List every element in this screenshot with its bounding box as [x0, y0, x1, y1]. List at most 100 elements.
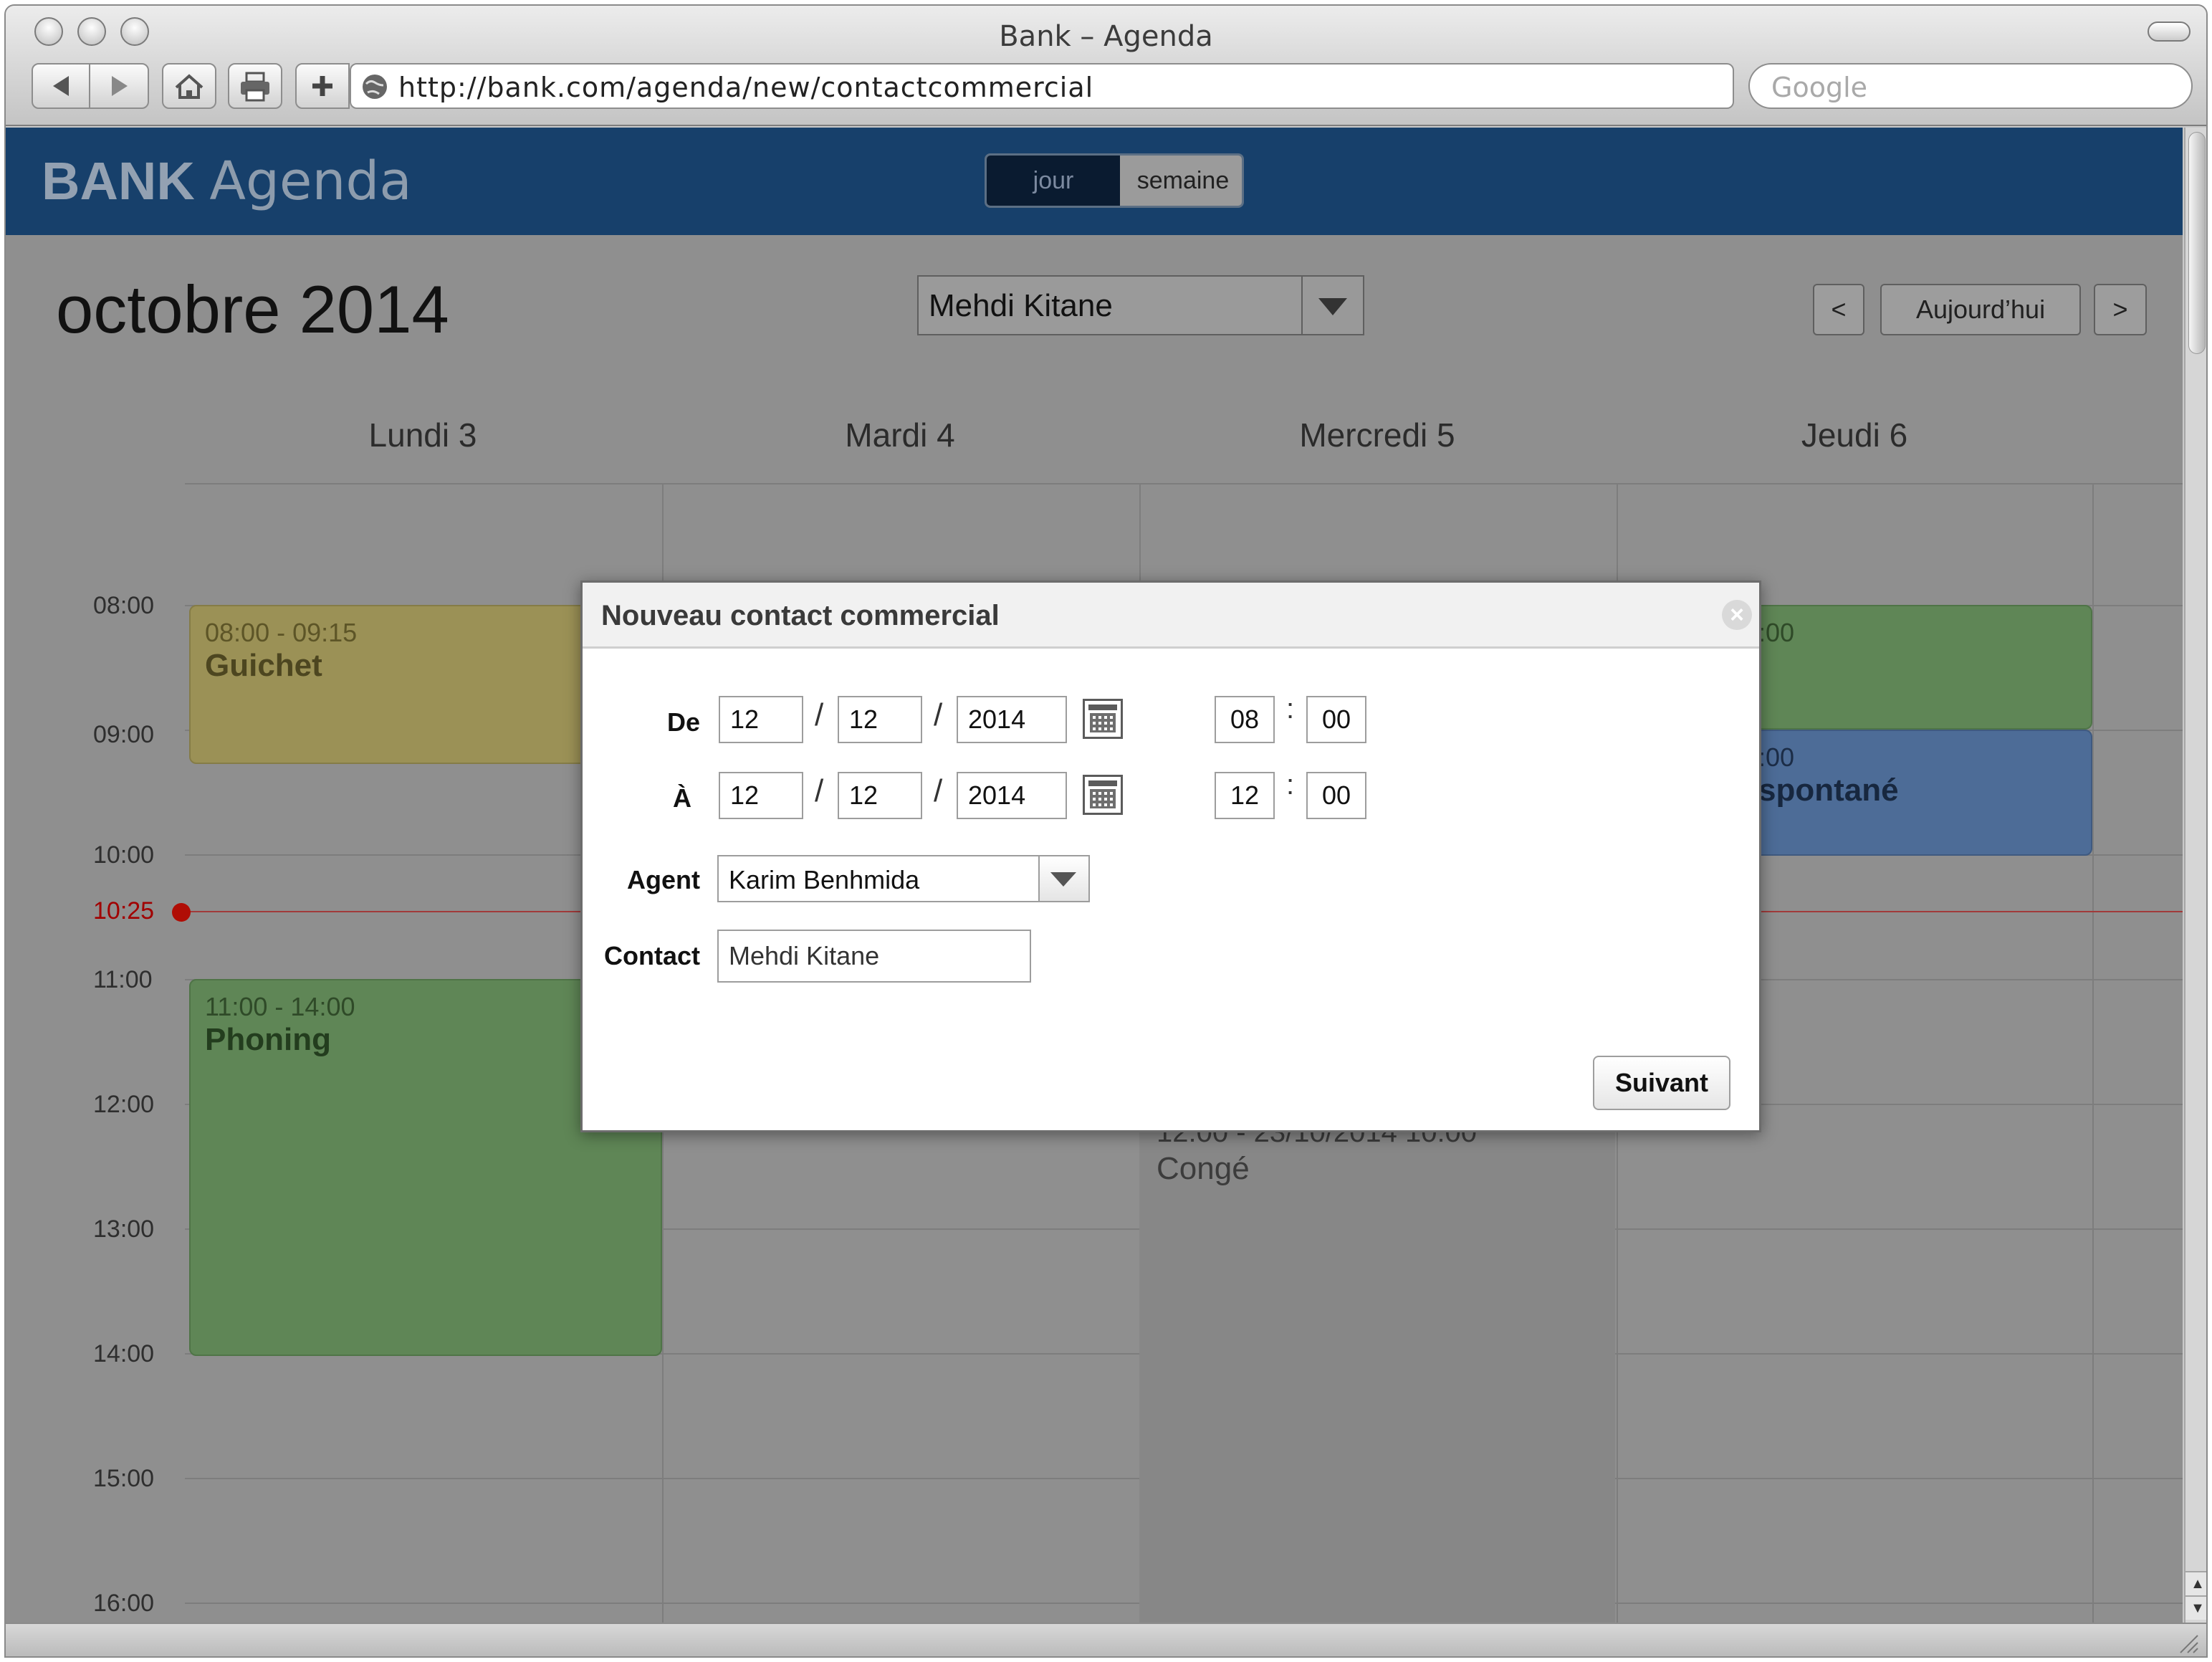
- add-bookmark-button[interactable]: [295, 63, 350, 109]
- from-minute-input[interactable]: 00: [1306, 696, 1366, 743]
- search-placeholder: Google: [1771, 72, 1868, 103]
- brand-agenda: Agenda: [209, 151, 412, 212]
- hour-label: 10:00: [93, 841, 155, 869]
- new-contact-dialog: Nouveau contact commercial × De 12 / 12 …: [580, 581, 1761, 1132]
- next-week-button[interactable]: >: [2094, 284, 2147, 335]
- current-time-dot: [172, 903, 191, 922]
- next-button[interactable]: Suivant: [1593, 1056, 1730, 1110]
- dialog-title: Nouveau contact commercial: [601, 600, 1000, 631]
- view-toggle: jour semaine: [985, 153, 1244, 208]
- grid-day-line: [2092, 483, 2094, 1623]
- forward-arrow-icon: [112, 76, 128, 96]
- view-week-button[interactable]: semaine: [1120, 156, 1242, 206]
- contact-label: Contact: [604, 941, 700, 970]
- vertical-scrollbar[interactable]: ▲ ▼: [2184, 128, 2206, 1623]
- forward-button[interactable]: [90, 65, 148, 108]
- date-separator: /: [934, 697, 943, 732]
- brand-bank: BANK: [42, 151, 195, 211]
- agent-select-arrow[interactable]: [1301, 277, 1363, 334]
- to-hour-input[interactable]: 12: [1215, 772, 1275, 819]
- app-header: BANK Agenda jour semaine: [6, 128, 2183, 235]
- hour-label: 15:00: [93, 1465, 155, 1492]
- month-title: octobre 2014: [56, 272, 449, 347]
- close-icon[interactable]: ×: [1722, 600, 1752, 630]
- url-text: http://bank.com/agenda/new/contactcommer…: [398, 72, 1094, 103]
- hour-label: 13:00: [93, 1216, 155, 1243]
- chevron-down-icon: [1318, 298, 1347, 315]
- browser-titlebar: Bank – Agenda http://bank.com/agenda/new…: [6, 6, 2206, 126]
- date-separator: /: [815, 773, 824, 808]
- event-title: spontané: [1758, 773, 1899, 808]
- time-separator: :: [1286, 693, 1295, 725]
- scroll-down-arrow-icon[interactable]: ▼: [2185, 1595, 2206, 1620]
- to-year-input[interactable]: 2014: [957, 772, 1067, 819]
- window-title: Bank – Agenda: [999, 20, 1213, 53]
- event-title: Congé: [1157, 1151, 1250, 1186]
- hour-label: 16:00: [93, 1590, 155, 1617]
- day-header-monday: Lundi 3: [368, 416, 477, 454]
- plus-icon: [312, 76, 332, 96]
- hour-label: 09:00: [93, 721, 155, 748]
- grid-header-line: [185, 483, 2183, 484]
- hour-label: 11:00: [93, 966, 153, 993]
- home-icon: [175, 74, 204, 99]
- event-title: Phoning: [205, 1022, 331, 1057]
- agent-select-value: Mehdi Kitane: [929, 288, 1113, 323]
- globe-icon: [363, 75, 387, 99]
- resize-grip-icon[interactable]: [2175, 1630, 2199, 1654]
- print-button[interactable]: [228, 63, 282, 109]
- back-button[interactable]: [33, 65, 90, 108]
- from-month-input[interactable]: 12: [838, 696, 922, 743]
- today-button[interactable]: Aujourd’hui: [1880, 284, 2081, 335]
- search-field[interactable]: Google: [1748, 63, 2193, 109]
- event-conge[interactable]: 12:00 - 23/10/2014 10:00 Congé: [1139, 1117, 1615, 1623]
- history-nav-group: [32, 63, 149, 109]
- status-bar: [6, 1623, 2206, 1656]
- from-hour-input[interactable]: 08: [1215, 696, 1275, 743]
- to-day-input[interactable]: 12: [719, 772, 803, 819]
- agent-select[interactable]: Mehdi Kitane: [917, 275, 1364, 335]
- time-separator: :: [1286, 769, 1295, 801]
- hour-label: 14:00: [93, 1340, 155, 1367]
- scrollbar-thumb[interactable]: [2188, 132, 2206, 354]
- calendar-icon[interactable]: [1083, 699, 1123, 739]
- agent-dropdown-value: Karim Benhmida: [729, 865, 920, 894]
- agent-label: Agent: [627, 865, 700, 894]
- event-time: 11:00 - 14:00: [205, 992, 355, 1021]
- hour-label: 08:00: [93, 592, 155, 619]
- hour-label: 12:00: [93, 1091, 155, 1118]
- printer-icon: [241, 72, 269, 102]
- day-header-tuesday: Mardi 4: [845, 416, 955, 454]
- day-header-wednesday: Mercredi 5: [1299, 416, 1455, 454]
- current-time-label: 10:25: [93, 897, 155, 925]
- from-year-input[interactable]: 2014: [957, 696, 1067, 743]
- to-label: À: [673, 783, 691, 813]
- back-arrow-icon: [53, 76, 69, 96]
- chevron-down-icon: [1050, 872, 1076, 887]
- to-month-input[interactable]: 12: [838, 772, 922, 819]
- date-separator: /: [815, 697, 824, 732]
- event-time: 08:00 - 09:15: [205, 618, 358, 647]
- to-minute-input[interactable]: 00: [1306, 772, 1366, 819]
- dialog-header: Nouveau contact commercial ×: [583, 583, 1759, 649]
- event-time: :00: [1758, 742, 1795, 772]
- address-bar[interactable]: http://bank.com/agenda/new/contactcommer…: [350, 63, 1734, 109]
- prev-week-button[interactable]: <: [1813, 284, 1864, 335]
- scroll-up-arrow-icon[interactable]: ▲: [2185, 1571, 2206, 1595]
- toolbar-toggle-button[interactable]: [2148, 22, 2191, 42]
- brand-logo: BANK Agenda: [42, 151, 412, 212]
- from-day-input[interactable]: 12: [719, 696, 803, 743]
- day-header-thursday: Jeudi 6: [1801, 416, 1908, 454]
- contact-input[interactable]: Mehdi Kitane: [717, 930, 1031, 983]
- home-button[interactable]: [162, 63, 216, 109]
- page-content: BANK Agenda jour semaine octobre 2014 Me…: [6, 128, 2183, 1623]
- event-title: Guichet: [205, 648, 322, 683]
- view-day-button[interactable]: jour: [987, 156, 1120, 206]
- from-label: De: [666, 707, 700, 737]
- calendar-icon[interactable]: [1083, 775, 1123, 815]
- browser-window: Bank – Agenda http://bank.com/agenda/new…: [4, 4, 2208, 1658]
- agent-dropdown-arrow[interactable]: [1038, 856, 1088, 901]
- event-time: :00: [1758, 618, 1795, 647]
- agent-dropdown[interactable]: Karim Benhmida: [717, 855, 1090, 902]
- date-separator: /: [934, 773, 943, 808]
